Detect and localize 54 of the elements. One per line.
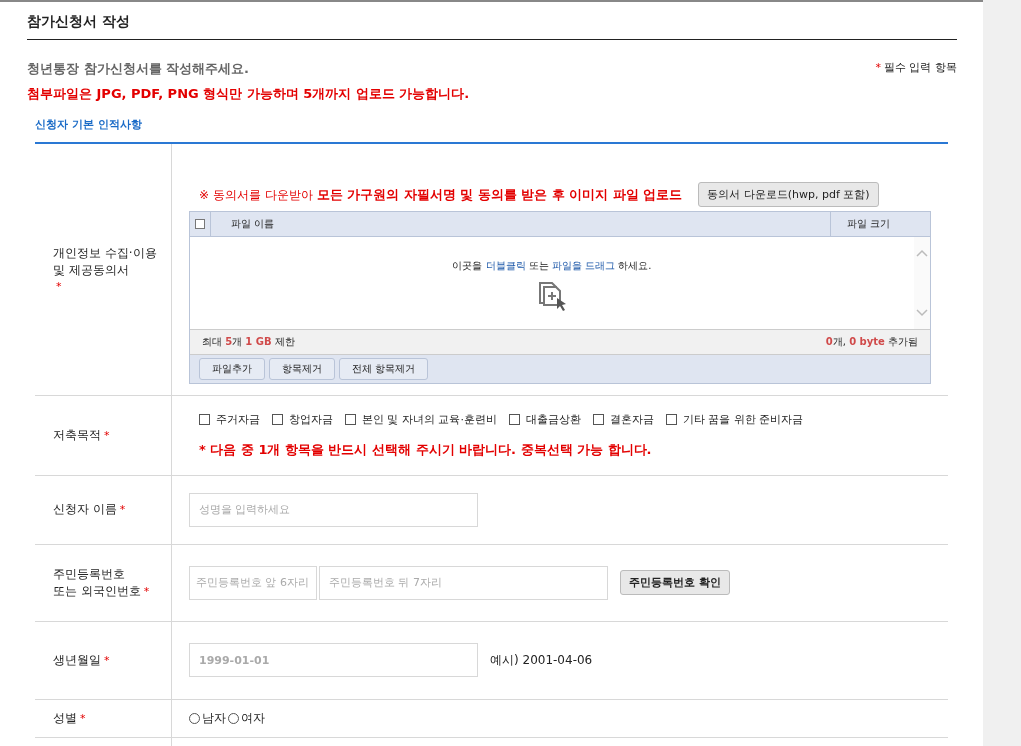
download-button[interactable]: 동의서 다운로드(hwp, pdf 포함) <box>698 182 879 208</box>
checkbox[interactable] <box>593 413 604 425</box>
notice-text: 첨부파일은 JPG, PDF, PNG 형식만 가능하며 5개까지 업로드 가능합니다. <box>27 85 471 103</box>
limit-text: 최대 5개 1 GB 제한 <box>202 335 295 350</box>
field-label: 성별 <box>53 710 77 725</box>
birth-date-field[interactable]: 1999-01-01 <box>189 643 478 677</box>
checkbox-label[interactable]: 창업자금 <box>289 411 333 427</box>
radio-label[interactable]: 남자 <box>202 709 226 727</box>
uploader-button[interactable]: 전체 항목제거 <box>339 358 429 381</box>
checkbox[interactable] <box>272 413 283 425</box>
column-header: 파일 크기 <box>846 217 890 232</box>
legend-text: 필수 입력 항목 <box>884 60 957 75</box>
added-text: 0개, 0 byte 추가됨 <box>825 335 918 350</box>
field-label: 개인정보 수집·이용 및 제공동의서 <box>53 245 158 280</box>
field-label: 생년월일 <box>53 652 101 667</box>
checkbox[interactable] <box>509 413 520 425</box>
field-label: 주민등록번호 또는 외국인번호 <box>53 566 141 598</box>
selection-note: * 다음 중 1개 항목을 반드시 선택해 주시기 바랍니다. 중복선택 가능 합니다. <box>199 440 653 459</box>
id-back-field[interactable]: 주민등록번호 뒤 7자리 <box>319 565 608 600</box>
required-mark: * <box>80 711 86 725</box>
select-all-checkbox[interactable] <box>195 219 205 230</box>
checkbox-label[interactable]: 기타 꿈을 위한 준비자금 <box>683 411 804 427</box>
checkbox[interactable] <box>666 413 677 425</box>
page-title: 참가신청서 작성 <box>27 2 957 40</box>
id-verify-button[interactable]: 주민등록번호 확인 <box>620 570 730 595</box>
intro-text: 청년통장 참가신청서를 작성해주세요. <box>27 60 249 78</box>
checkbox[interactable] <box>199 413 210 425</box>
field-label: 저축목적 <box>53 427 101 442</box>
checkbox[interactable] <box>345 413 356 425</box>
field-label: 신청자 이름 <box>53 502 117 516</box>
required-mark: * <box>143 584 150 598</box>
required-mark: * <box>875 61 881 74</box>
column-header: 파일 이름 <box>231 217 275 232</box>
radio-label[interactable]: 여자 <box>241 709 265 727</box>
radio-button[interactable] <box>228 712 239 724</box>
required-mark: * <box>119 503 126 516</box>
radio-button[interactable] <box>189 712 200 724</box>
uploader-button[interactable]: 항목제거 <box>269 358 335 381</box>
checkbox-label[interactable]: 대출금상환 <box>526 411 581 427</box>
name-field[interactable]: 성명을 입력하세요 <box>189 492 478 527</box>
example-text: 예시) 2001-04-06 <box>490 651 593 669</box>
checkbox-label[interactable]: 본인 및 자녀의 교육·훈련비 <box>362 411 497 427</box>
checkbox-label[interactable]: 주거자금 <box>216 411 260 427</box>
drop-hint: 이곳을 더블클릭 또는 파일을 드래그 하세요. <box>452 259 652 274</box>
required-mark: * <box>56 280 62 294</box>
instruction-text: ※ 동의서를 다운받아 모든 가구원의 자필서명 및 동의를 받은 후 이미지 파일 업로드 <box>199 185 683 204</box>
required-mark: * <box>104 428 110 442</box>
required-mark: * <box>104 653 110 667</box>
checkbox-label[interactable]: 결혼자금 <box>610 411 654 427</box>
add-file-icon <box>536 279 568 312</box>
uploader-button[interactable]: 파일추가 <box>199 358 265 381</box>
file-uploader[interactable]: 파일 이름 파일 크기 이곳을 더블클릭 또는 파일을 드래그 하세요. 최대 5개 1 GB 제한 0개, 0 byte 추가됨 파일추가 항목제거 전체 항목제거 <box>189 211 931 385</box>
section-title: 신청자 기본 인적사항 <box>35 117 948 144</box>
id-front-field[interactable]: 주민등록번호 앞 6자리 <box>189 565 317 600</box>
